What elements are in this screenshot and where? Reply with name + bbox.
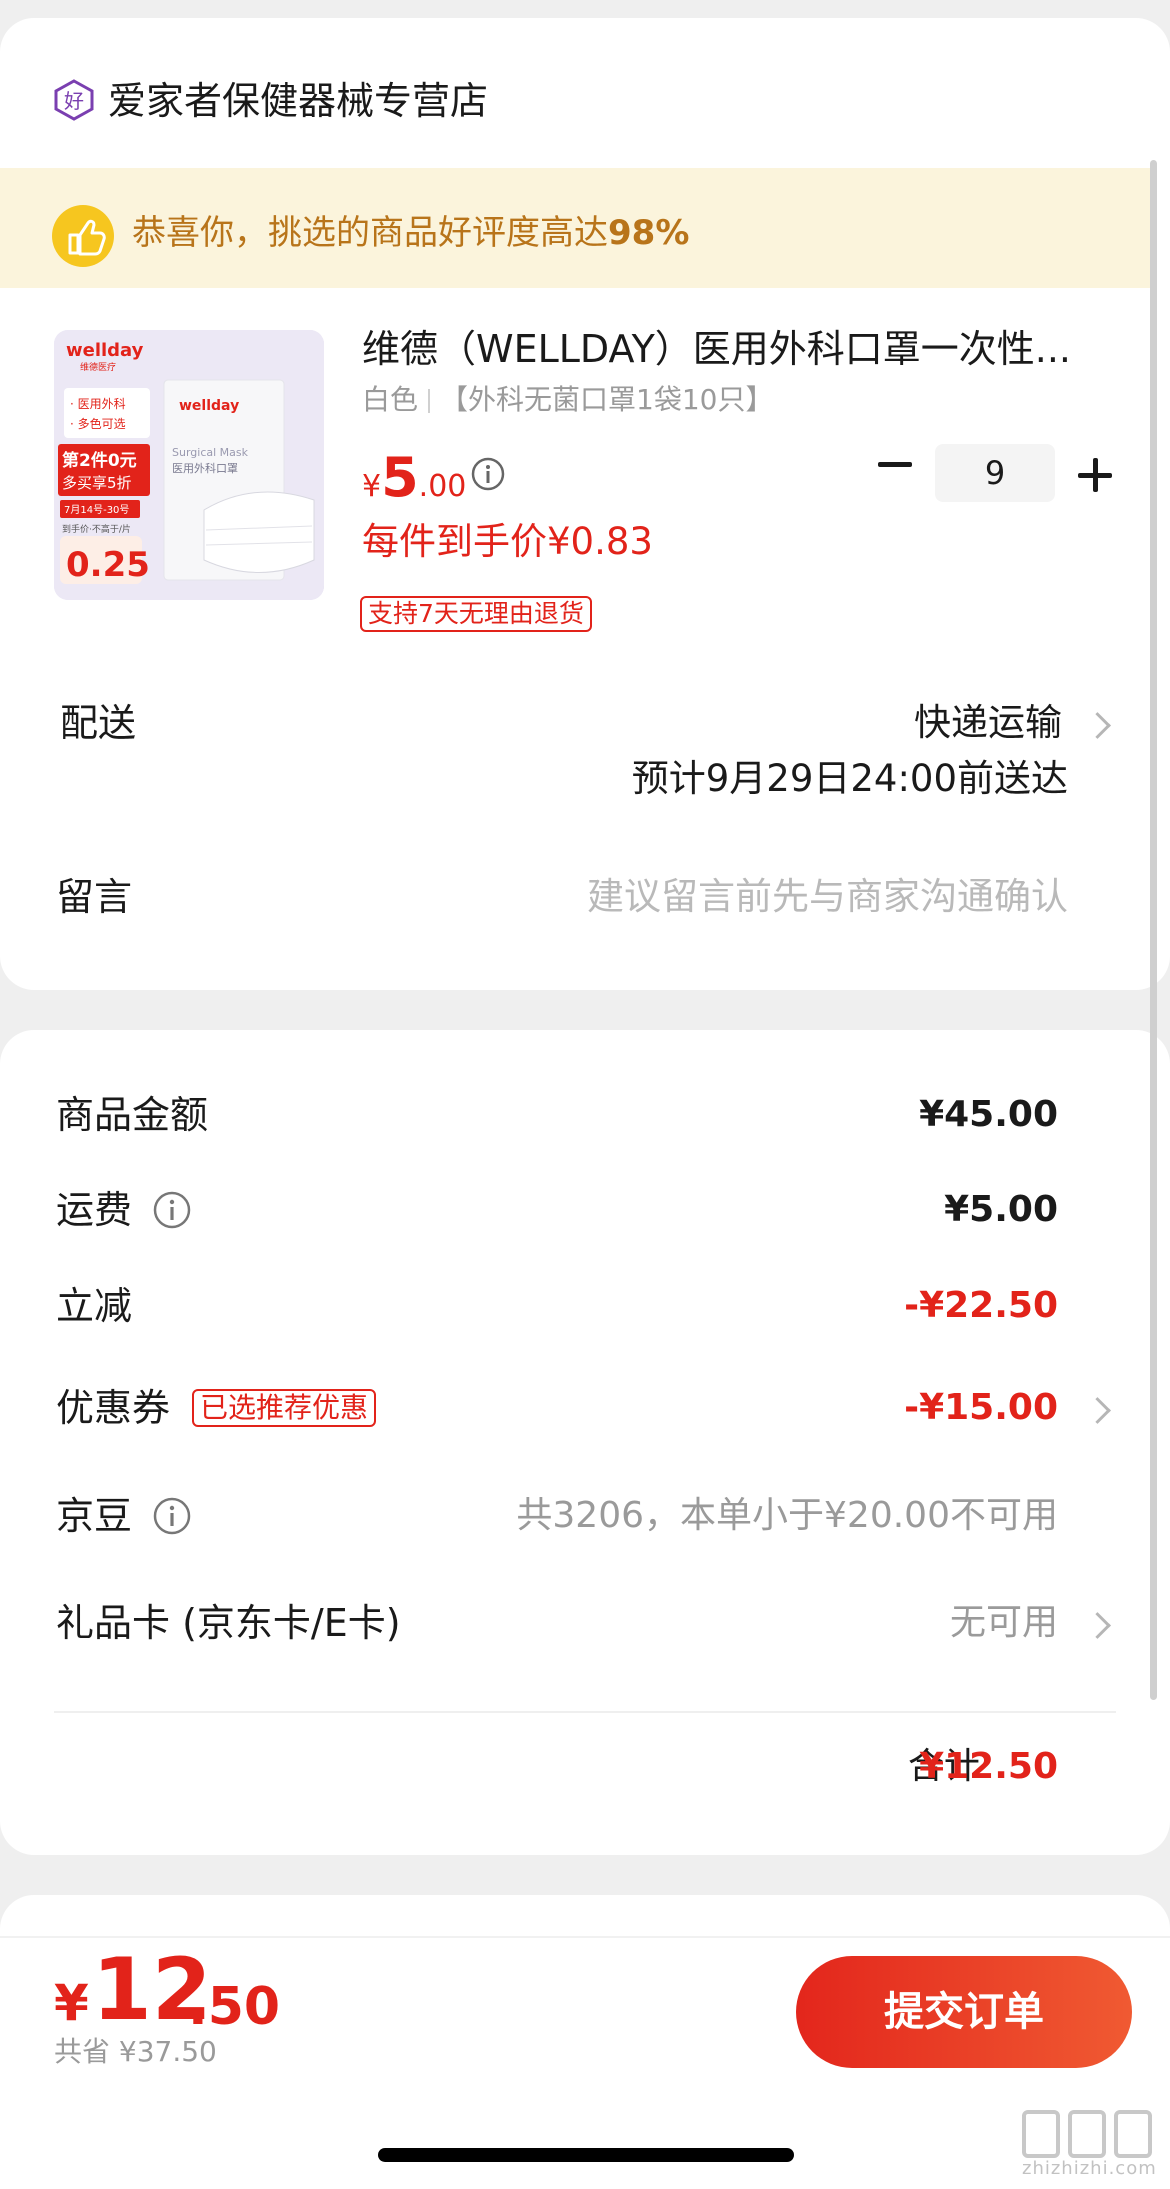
product-title[interactable]: 维德（WELLDAY）医用外科口罩一次性... [362, 324, 1102, 374]
svg-text:好: 好 [64, 89, 84, 113]
total-value: ¥12.50 [919, 1746, 1058, 1787]
giftcard-label: 礼品卡 (京东卡/E卡) [56, 1601, 401, 1645]
price-yen: ¥ [362, 469, 382, 504]
delivery-method[interactable]: 快递运输 [914, 698, 1062, 748]
rating-banner-text: 恭喜你，挑选的商品好评度高达98% [132, 210, 689, 256]
watermark-logo-icon [1022, 2110, 1060, 2158]
checkout-price-yen: ¥ [54, 1974, 89, 2032]
quantity-decrease-button[interactable] [878, 462, 912, 467]
scrollbar[interactable] [1150, 160, 1157, 1700]
quantity-input[interactable]: 9 [935, 444, 1055, 502]
coupon-label: 优惠券 [56, 1386, 171, 1430]
discount-label: 立减 [56, 1284, 133, 1328]
home-indicator[interactable] [378, 2148, 794, 2162]
price-info-icon[interactable] [470, 456, 506, 492]
coupon-value[interactable]: -¥15.00 [904, 1383, 1058, 1433]
product-image[interactable]: wellday 维德医疗 · 医用外科 · 多色可选 第2件0元 多买享5折 7… [54, 330, 324, 600]
rating-banner-prefix: 恭喜你，挑选的商品好评度高达 [132, 213, 608, 253]
coupon-tag: 已选推荐优惠 [192, 1389, 377, 1427]
unit-price: 每件到手价¥0.83 [362, 520, 653, 563]
image-brand-sub: 维德医疗 [80, 361, 116, 373]
shipping-label: 运费 [56, 1188, 133, 1232]
image-promo-2: 多买享5折 [62, 474, 132, 492]
note-input[interactable]: 建议留言前先与商家沟通确认 [587, 872, 1068, 922]
watermark-logo-icon-3 [1114, 2110, 1152, 2158]
quantity-increase-button-stroke[interactable] [1093, 458, 1098, 492]
rating-value: 98% [608, 213, 690, 253]
goods-amount-value: ¥45.00 [919, 1094, 1058, 1135]
beans-value: 共3206，本单小于¥20.00不可用 [516, 1495, 1058, 1536]
product-color: 白色 [362, 383, 419, 416]
savings-text: 共省 ¥37.50 [54, 2035, 217, 2068]
watermark-logo-icon-2 [1068, 2110, 1106, 2158]
watermark-text: zhizhizhi.com [1022, 2158, 1157, 2179]
delivery-label: 配送 [60, 701, 137, 745]
fee-divider [54, 1711, 1116, 1713]
image-promo-1: 第2件0元 [62, 450, 137, 471]
discount-value: -¥22.50 [904, 1285, 1058, 1326]
thumbs-up-icon [52, 205, 114, 267]
image-date: 7月14号-30号 [64, 504, 129, 516]
store-badge-icon: 好 [54, 79, 94, 121]
pack-cn: 医用外科口罩 [172, 461, 238, 475]
shipping-value: ¥5.00 [944, 1189, 1058, 1230]
beans-label: 京豆 [56, 1494, 133, 1538]
price-int: 5 [381, 446, 419, 509]
image-brand: wellday [66, 340, 144, 361]
note-label: 留言 [56, 875, 133, 919]
image-price: 0.25 [66, 545, 150, 585]
image-tag-1: · 医用外科 [70, 397, 126, 411]
product-spec[interactable]: 白色 【外科无菌口罩1袋10只】 [362, 380, 773, 420]
giftcard-value[interactable]: 无可用 [950, 1598, 1058, 1648]
image-note: 到手价·不高于/片 [62, 523, 131, 535]
image-tag-2: · 多色可选 [70, 417, 126, 431]
spec-divider [428, 389, 431, 413]
product-price: ¥5.00 [362, 446, 466, 509]
return-policy-tag: 支持7天无理由退货 [360, 596, 592, 632]
goods-amount-label: 商品金额 [56, 1093, 209, 1137]
product-spec-text: 【外科无菌口罩1袋10只】 [440, 383, 774, 416]
shipping-info-icon[interactable] [152, 1190, 192, 1230]
submit-order-button[interactable]: 提交订单 [796, 1956, 1132, 2068]
delivery-estimate: 预计9月29日24:00前送达 [631, 757, 1068, 800]
pack-brand: wellday [179, 398, 239, 414]
store-name[interactable]: 爱家者保健器械专营店 [108, 76, 488, 126]
pack-en: Surgical Mask [172, 446, 249, 459]
beans-info-icon[interactable] [152, 1496, 192, 1536]
price-dec: .00 [418, 469, 467, 504]
checkout-price-dec: .50 [188, 1977, 281, 2037]
fee-summary-card [0, 1030, 1170, 1855]
